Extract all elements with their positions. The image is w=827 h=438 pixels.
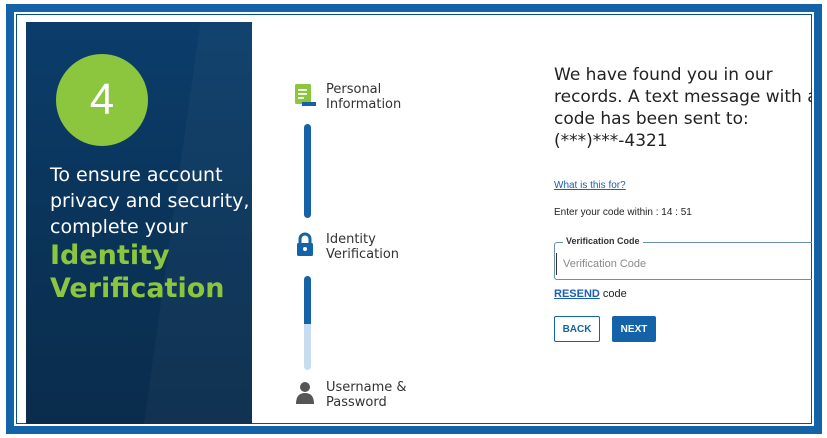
step-label: Username & Password: [326, 380, 407, 410]
content-card: 4 To ensure account privacy and security…: [14, 12, 814, 426]
user-icon: [296, 382, 314, 404]
promo-line-2: privacy and security,: [50, 190, 250, 212]
progress-bar-remaining: [304, 324, 311, 370]
promo-line-1: To ensure account: [50, 164, 223, 186]
promo-highlight-line-2: Verification: [50, 273, 225, 304]
step-label-line: Identity: [326, 232, 376, 247]
progress-bar-complete: [304, 124, 311, 218]
verification-form: We have found you in our records. A text…: [554, 64, 814, 342]
step-label-line: Personal: [326, 82, 382, 97]
verification-code-legend: Verification Code: [563, 236, 643, 246]
step-label-line: Information: [326, 97, 402, 112]
heading-line: We have found you in our: [554, 65, 773, 85]
code-timer: Enter your code within : 14 : 51: [554, 207, 692, 218]
step-label-line: Password: [326, 395, 387, 410]
document-icon: [295, 84, 316, 106]
step-number-badge: 4: [56, 54, 148, 146]
progress-bar-current: [304, 276, 311, 324]
page-heading: We have found you in our records. A text…: [554, 64, 814, 152]
lock-icon: [297, 232, 313, 256]
back-button[interactable]: BACK: [554, 316, 600, 342]
promo-highlight-line-1: Identity: [50, 240, 170, 271]
heading-line: records. A text message with a: [554, 87, 814, 107]
step-label: Personal Information: [326, 82, 401, 112]
promo-panel: 4 To ensure account privacy and security…: [26, 22, 252, 424]
step-label-line: Username &: [326, 380, 407, 395]
outer-frame: 4 To ensure account privacy and security…: [6, 4, 822, 434]
resend-row: RESEND code: [554, 288, 812, 300]
step-personal-information: Personal Information: [294, 82, 401, 112]
masked-phone-number: (***)***-4321: [554, 131, 668, 151]
promo-line-3: complete your: [50, 216, 188, 238]
form-actions: BACK NEXT: [554, 316, 812, 342]
promo-highlight: Identity Verification: [50, 239, 250, 305]
resend-code-link[interactable]: RESEND: [554, 288, 600, 300]
step-label: Identity Verification: [326, 232, 399, 262]
verification-code-field: Verification Code: [554, 236, 812, 280]
step-identity-verification: Identity Verification: [294, 232, 399, 262]
step-username-password: Username & Password: [294, 380, 407, 410]
progress-stepper: Personal Information Identity Verificati…: [274, 14, 434, 424]
heading-line: code has been sent to:: [554, 109, 749, 129]
step-label-line: Verification: [326, 247, 400, 262]
verification-code-input[interactable]: [556, 253, 812, 275]
next-button[interactable]: NEXT: [612, 316, 656, 342]
promo-message: To ensure account privacy and security, …: [50, 162, 250, 240]
resend-suffix: code: [599, 288, 627, 300]
what-is-this-for-link[interactable]: What is this for?: [554, 180, 626, 191]
